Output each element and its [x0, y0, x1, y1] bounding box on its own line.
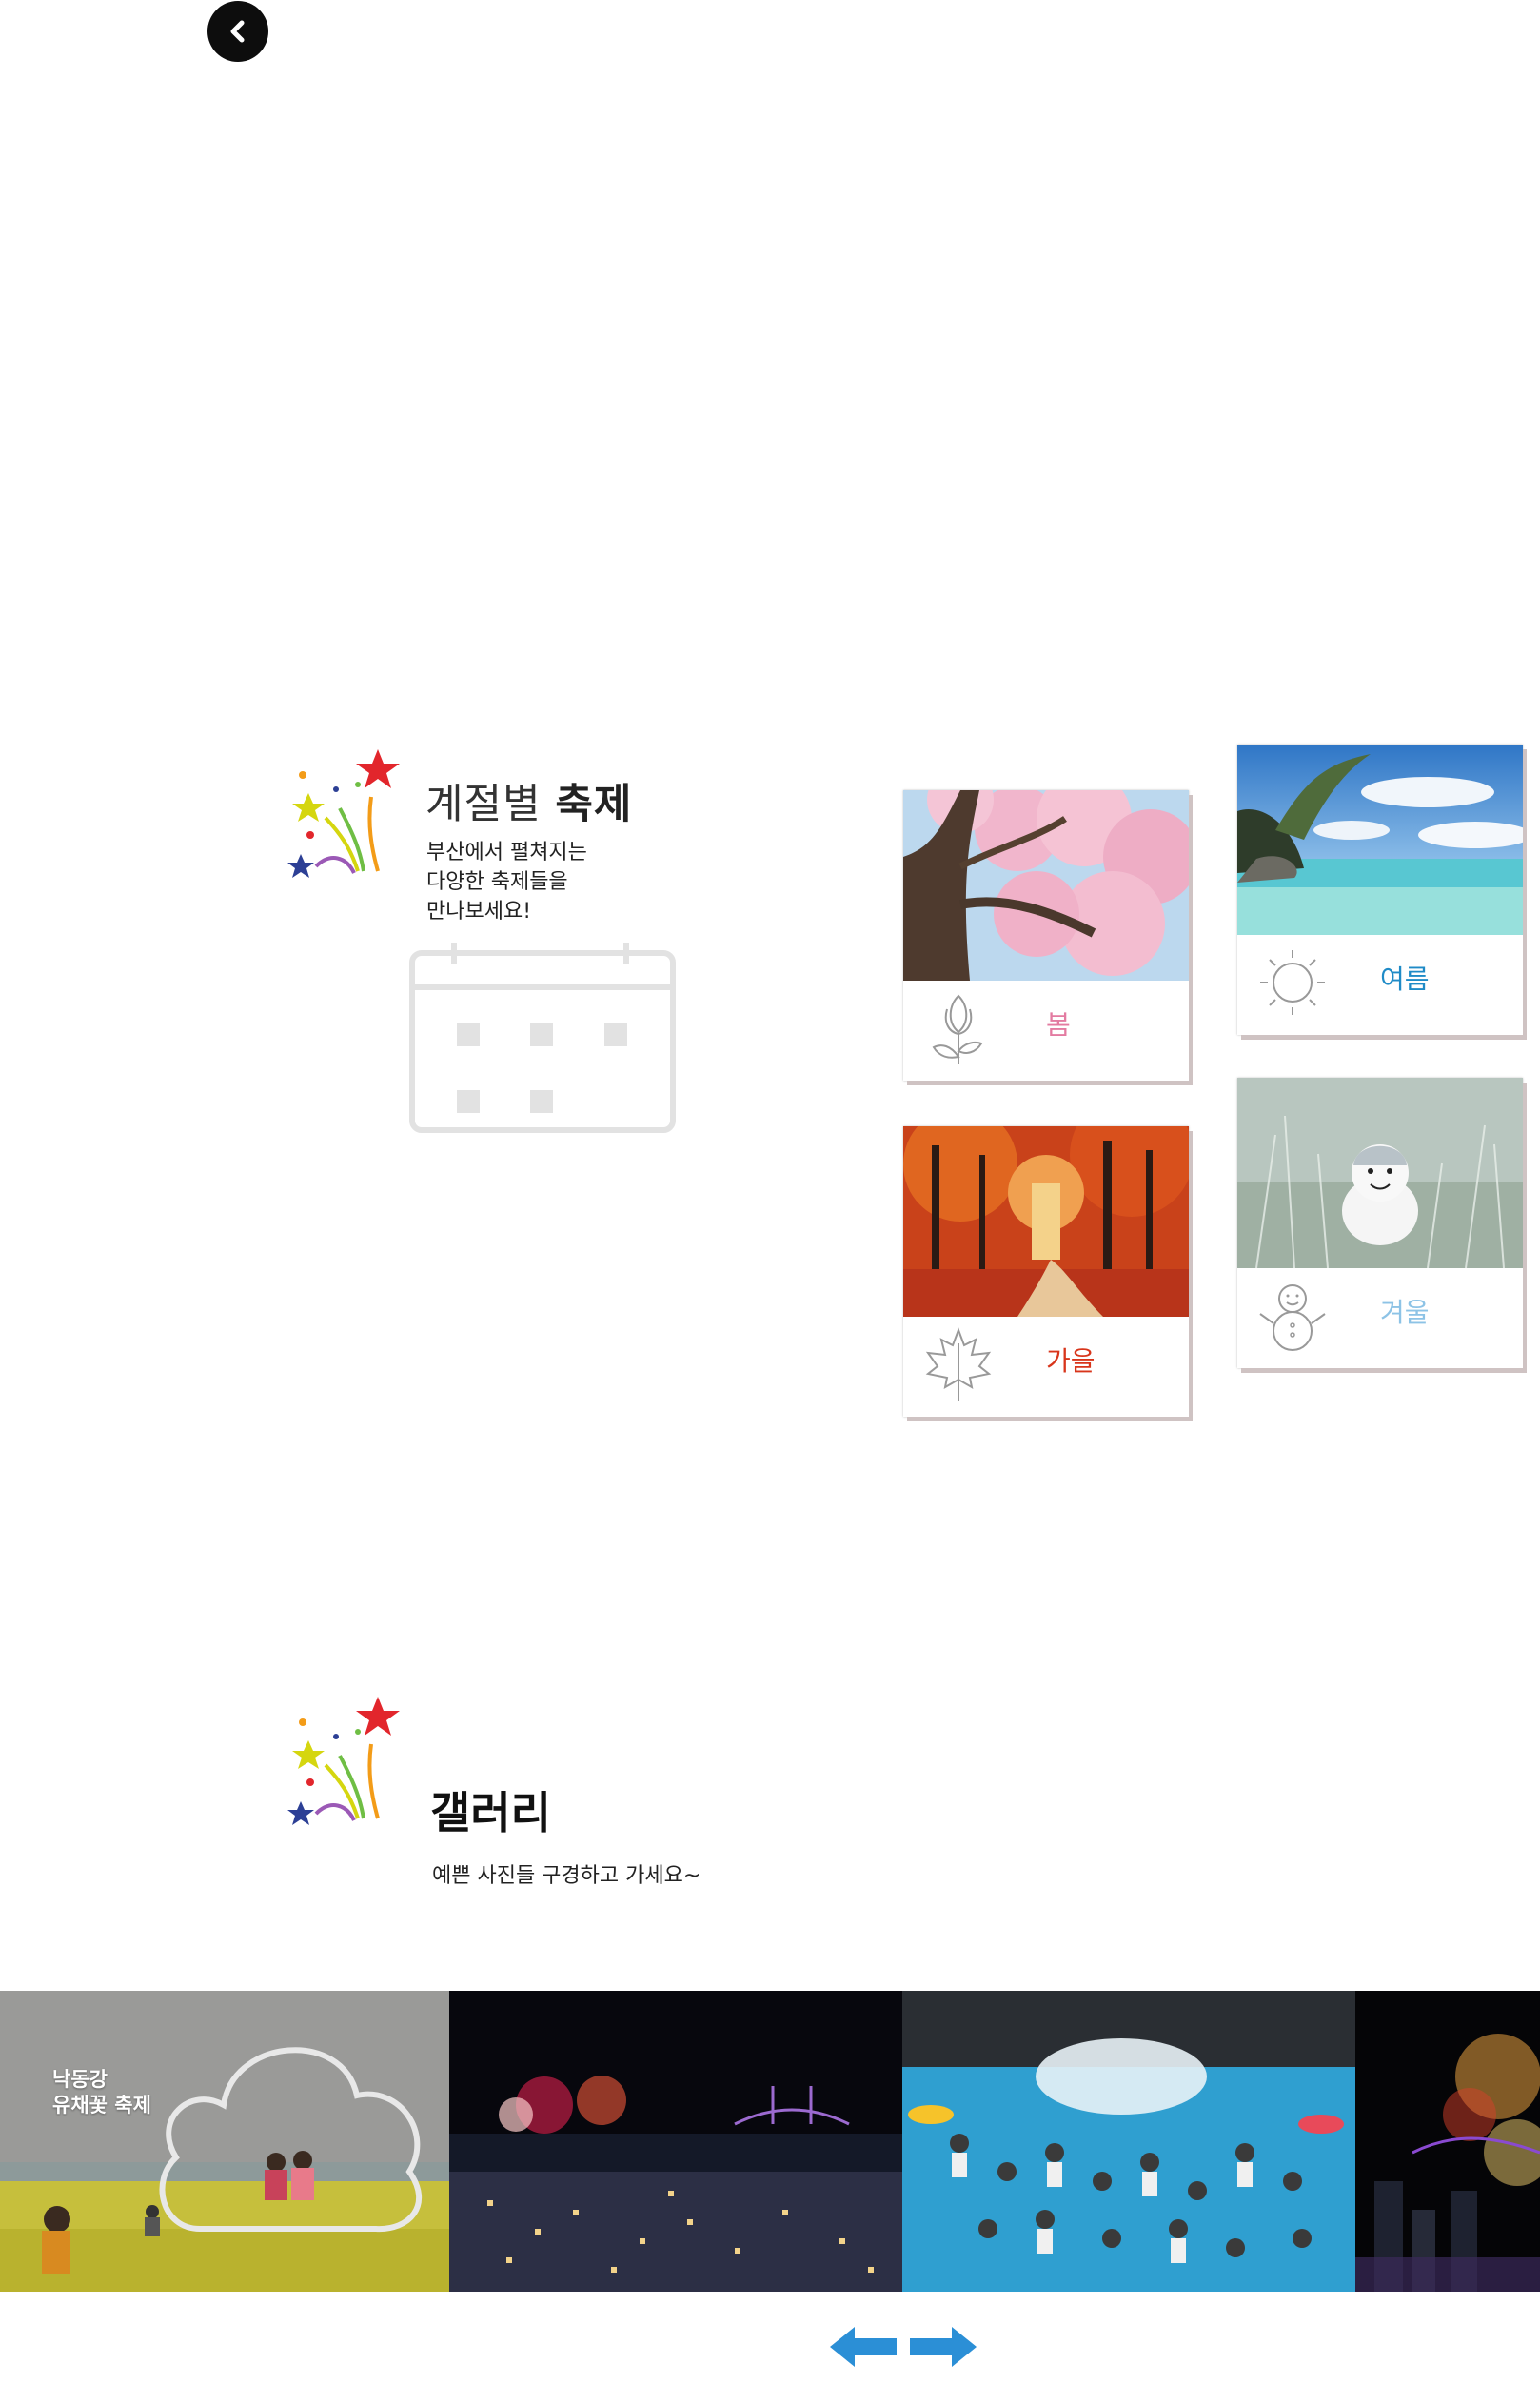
summer-photo — [1237, 745, 1523, 935]
season-card-winter[interactable]: 겨울 — [1237, 1078, 1523, 1368]
fireworks-stars-icon — [287, 749, 400, 878]
tulip-icon — [932, 994, 983, 1064]
maple-leaf-icon — [925, 1327, 992, 1401]
season-section-description: 부산에서 펼쳐지는 다양한 축제들을 만나보세요! — [426, 841, 587, 924]
spring-photo — [903, 790, 1189, 981]
snowman-icon — [1259, 1284, 1326, 1351]
season-title-prefix: 계절별 — [425, 781, 542, 828]
season-label-autumn: 가을 — [1046, 1345, 1096, 1377]
season-label-winter: 겨울 — [1380, 1297, 1430, 1328]
gallery-item[interactable] — [902, 1991, 1355, 2292]
sun-icon — [1260, 950, 1325, 1015]
back-button[interactable] — [207, 1, 268, 62]
gallery-item[interactable] — [1355, 1991, 1540, 2292]
cloud-outline-icon — [159, 2047, 423, 2233]
season-section-title: 계절별 축제 — [425, 771, 632, 830]
chevron-left-icon — [230, 20, 245, 43]
gallery-description: 예쁜 사진들 구경하고 가세요~ — [432, 1864, 701, 1888]
gallery-title: 갤러리 — [430, 1787, 551, 1838]
arrow-right-icon[interactable] — [910, 2323, 977, 2371]
autumn-photo — [903, 1126, 1189, 1317]
season-card-summer[interactable]: 여름 — [1237, 745, 1523, 1035]
gallery-item-caption: 낙동강 유채꽃 축제 — [52, 2068, 151, 2116]
season-label-summer: 여름 — [1380, 964, 1430, 995]
arrow-left-icon[interactable] — [830, 2323, 897, 2371]
calendar-icon — [409, 943, 676, 1133]
gallery-strip: 낙동강 유채꽃 축제 — [0, 1991, 1540, 2292]
gallery-item[interactable]: 낙동강 유채꽃 축제 — [0, 1991, 449, 2292]
season-card-autumn[interactable]: 가을 — [903, 1126, 1189, 1417]
fireworks-stars-icon — [287, 1697, 400, 1825]
season-title-bold: 축제 — [555, 781, 633, 828]
gallery-item[interactable] — [449, 1991, 902, 2292]
season-label-spring: 봄 — [1046, 1009, 1071, 1041]
season-card-spring[interactable]: 봄 — [903, 790, 1189, 1081]
winter-photo — [1237, 1078, 1523, 1268]
